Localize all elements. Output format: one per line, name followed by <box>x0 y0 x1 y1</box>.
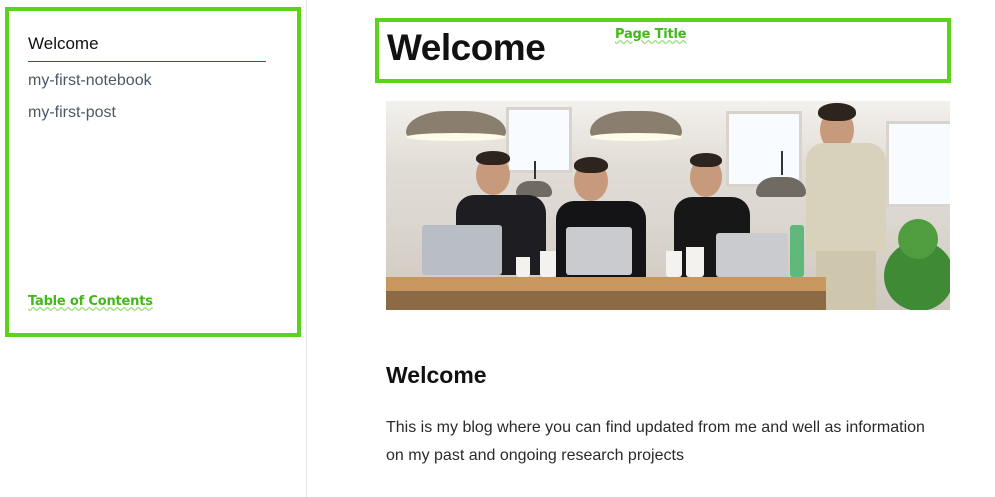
sidebar: Welcome my-first-notebook my-first-post … <box>0 0 307 497</box>
page-title: Welcome <box>387 27 546 68</box>
hero-image <box>386 101 950 310</box>
table-of-contents-annotation: Table of Contents <box>28 294 153 309</box>
toc-item-my-first-post[interactable]: my-first-post <box>28 104 116 122</box>
intro-paragraph: This is my blog where you can find updat… <box>386 419 925 464</box>
page-title-annotation: Page Title <box>615 27 687 42</box>
toc-item-my-first-notebook[interactable]: my-first-notebook <box>28 72 152 90</box>
section-heading: Welcome <box>386 362 487 388</box>
toc-item-welcome[interactable]: Welcome <box>28 34 266 62</box>
page: Welcome my-first-notebook my-first-post … <box>0 0 995 497</box>
